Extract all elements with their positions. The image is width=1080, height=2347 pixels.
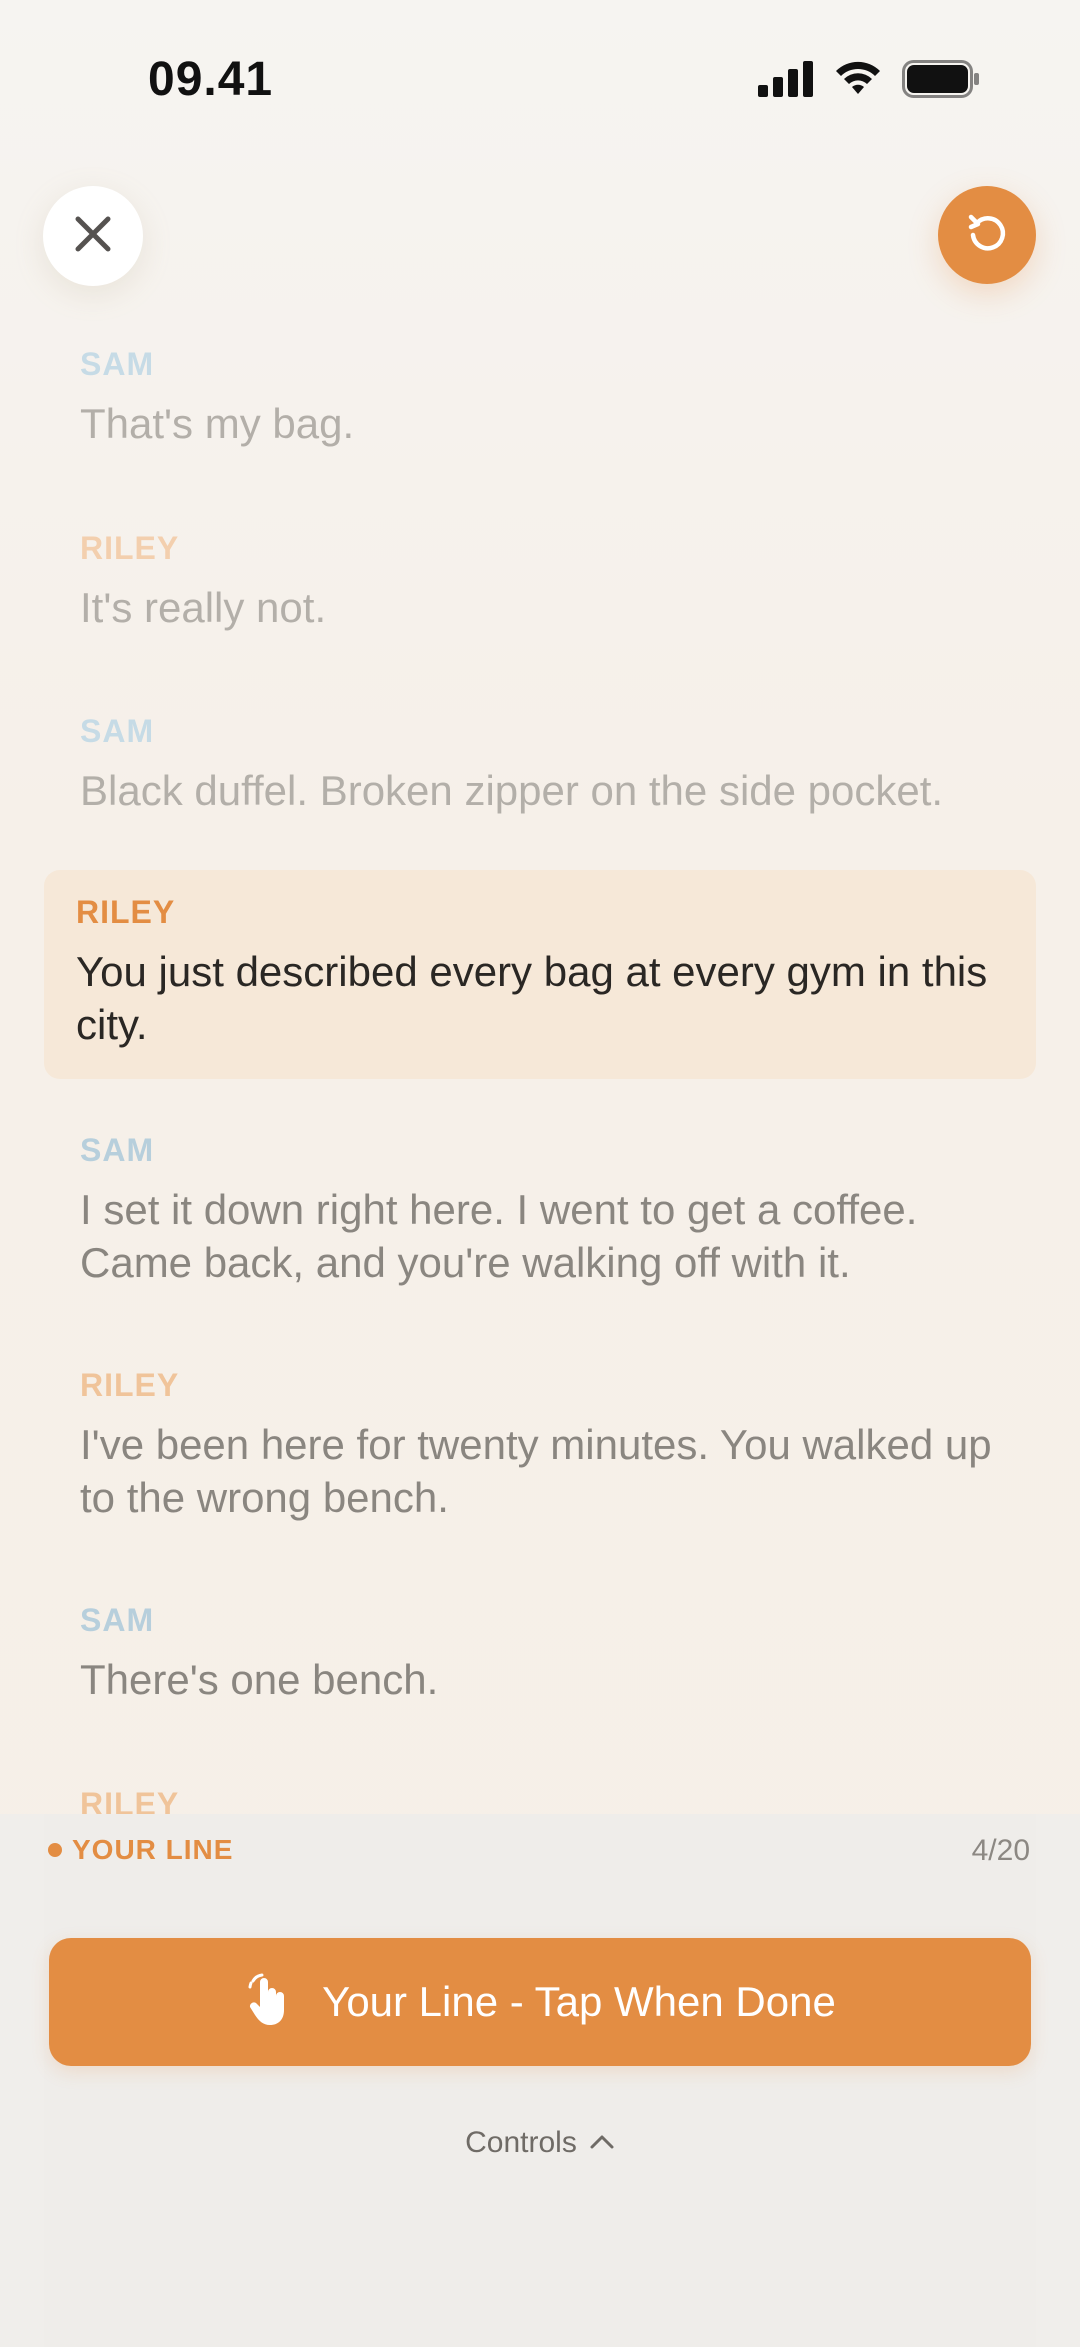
script-line: SAM I set it down right here. I went to … [80, 1132, 1020, 1289]
line-text: I've been here for twenty minutes. You w… [80, 1421, 992, 1521]
restart-icon [965, 211, 1009, 260]
speaker-name: SAM [80, 346, 155, 382]
script-line: SAM Black duffel. Broken zipper on the s… [80, 713, 1020, 817]
chevron-up-icon [589, 2132, 615, 2155]
close-button[interactable] [43, 186, 143, 286]
restart-button[interactable] [938, 186, 1036, 284]
script-line: RILEY I've been here for twenty minutes.… [80, 1367, 1020, 1524]
script-list: SAM That's my bag. RILEY It's really not… [0, 330, 1080, 1814]
speaker-name: RILEY [80, 1786, 180, 1814]
speaker-name: RILEY [76, 894, 176, 930]
line-text: That's my bag. [80, 400, 355, 447]
line-text: It's really not. [80, 584, 327, 631]
bottom-panel: YOUR LINE 4/20 Your Line - Tap When Done… [0, 1814, 1080, 2347]
speaker-name: SAM [80, 713, 155, 749]
your-line-indicator: YOUR LINE [48, 1834, 233, 1866]
battery-icon [902, 60, 980, 103]
script-line: RILEY It's really not. [80, 530, 1020, 634]
speaker-name: SAM [80, 1602, 155, 1638]
line-text: I set it down right here. I went to get … [80, 1186, 918, 1286]
controls-toggle[interactable]: Controls [0, 2126, 1080, 2160]
status-bar: 09.41 [0, 0, 1080, 160]
speaker-name: RILEY [80, 1367, 180, 1403]
script-line: SAM That's my bag. [80, 346, 1020, 450]
script-practice-screen: 09.41 SAM That's my bag. RILEY It's real… [0, 0, 1080, 2347]
script-line: SAM There's one bench. [80, 1602, 1020, 1706]
cellular-signal-icon [758, 61, 814, 102]
line-counter: 4/20 [971, 1834, 1030, 1867]
wifi-icon [834, 61, 882, 102]
close-icon [74, 215, 112, 258]
tap-when-done-label: Your Line - Tap When Done [322, 1978, 836, 2025]
status-time: 09.41 [148, 53, 274, 106]
line-text: Black duffel. Broken zipper on the side … [80, 767, 944, 814]
status-icons [758, 60, 980, 103]
speaker-name: RILEY [80, 530, 180, 566]
your-line-label: YOUR LINE [72, 1834, 234, 1865]
line-text: There's one bench. [80, 1656, 439, 1703]
line-text: You just described every bag at every gy… [76, 948, 988, 1048]
speaker-name: SAM [80, 1132, 155, 1168]
script-line: RILEY [80, 1786, 1020, 1814]
tap-hand-icon [244, 1972, 292, 2033]
tap-when-done-button[interactable]: Your Line - Tap When Done [49, 1938, 1031, 2066]
controls-label: Controls [465, 2126, 577, 2159]
panel-background [44, 1814, 1036, 2347]
script-line-active[interactable]: RILEY You just described every bag at ev… [44, 870, 1036, 1079]
dot-icon [48, 1843, 62, 1857]
